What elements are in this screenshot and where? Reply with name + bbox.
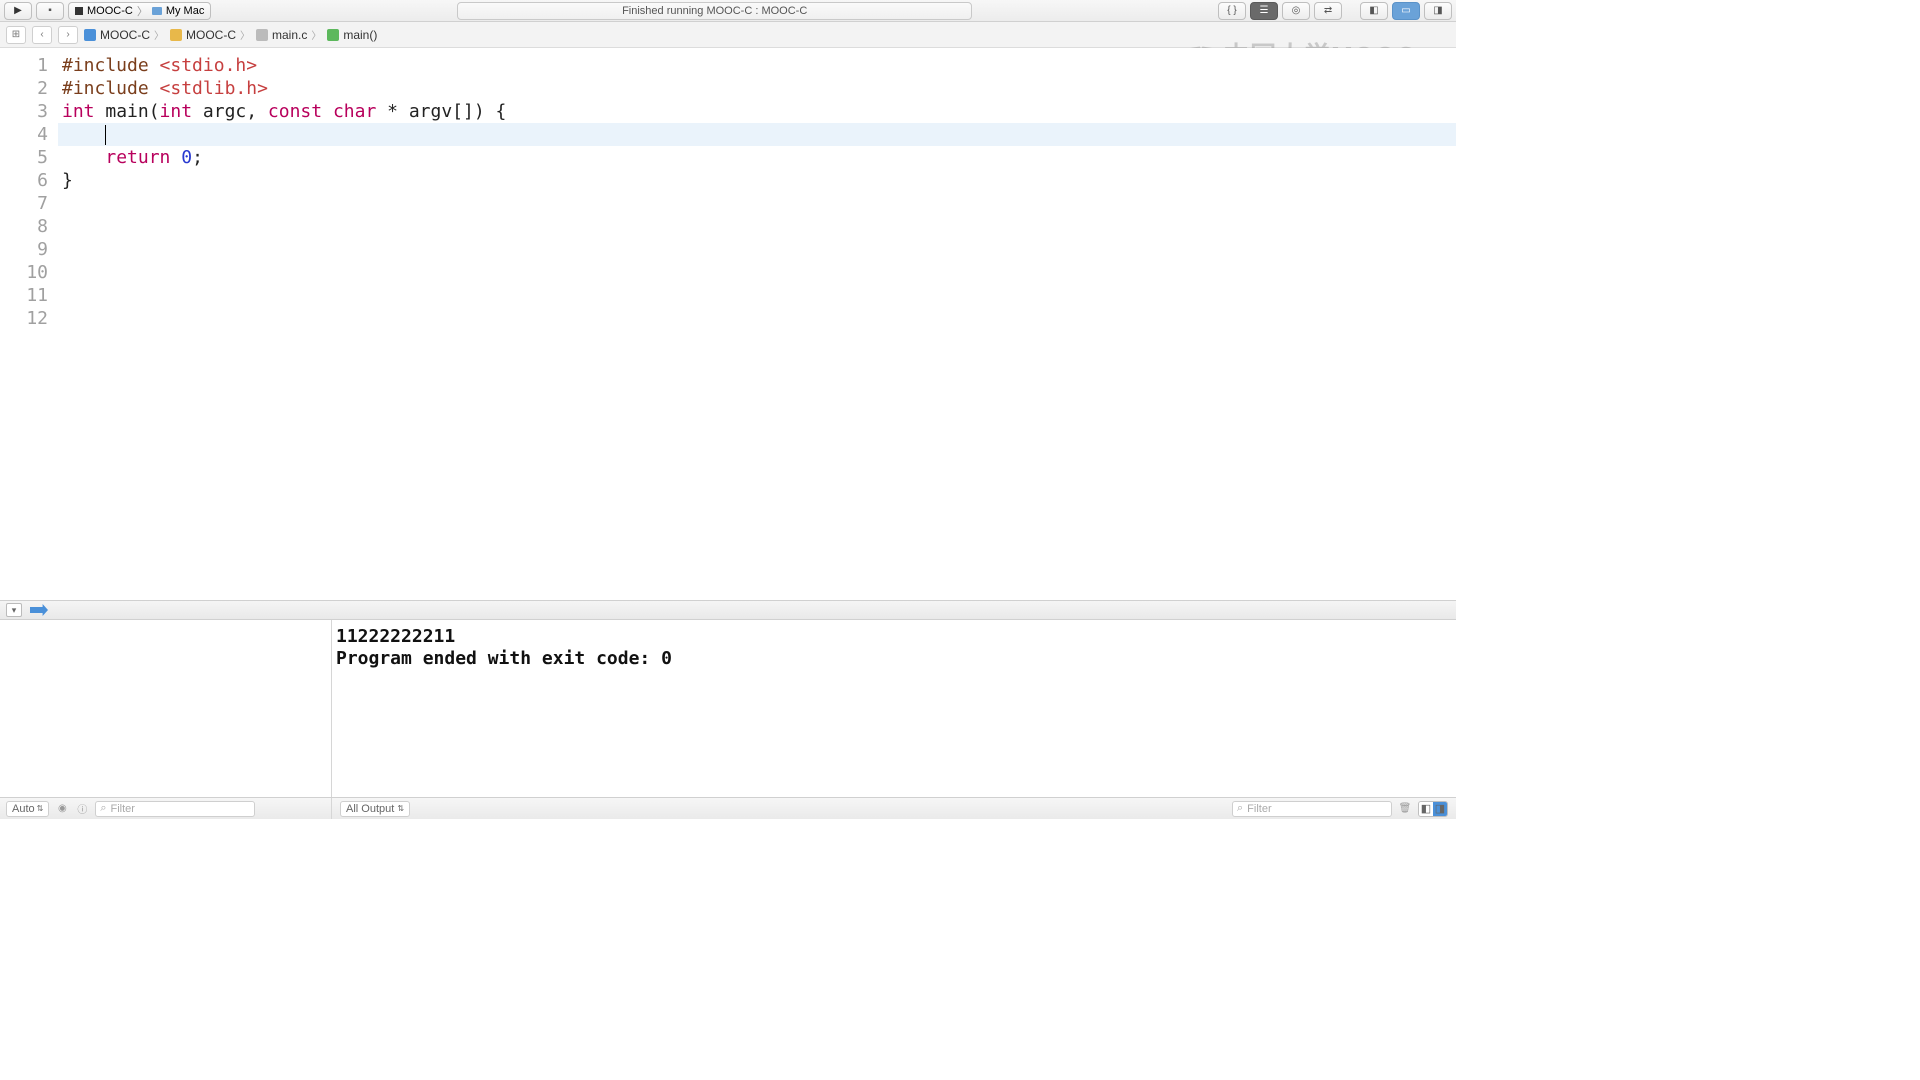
chevron-right-icon: 〉 — [137, 3, 148, 19]
code-area[interactable]: #include <stdio.h> #include <stdlib.h> i… — [58, 48, 1456, 600]
variables-filter-input[interactable]: ⌕ Filter — [95, 801, 255, 817]
output-selector[interactable]: All Output ⇅ — [340, 801, 410, 817]
breadcrumb-file[interactable]: main.c 〉 — [256, 27, 321, 42]
console-line: 11222222211 — [336, 626, 1452, 648]
standard-editor-button[interactable]: ☰ — [1250, 2, 1278, 20]
run-button[interactable]: ▶ — [4, 2, 32, 20]
updown-icon: ⇅ — [37, 804, 44, 813]
auto-selector[interactable]: Auto ⇅ — [6, 801, 49, 817]
device-icon — [152, 7, 162, 15]
toggle-debug-area-button[interactable]: ▭ — [1392, 2, 1420, 20]
assistant-editor-button[interactable]: ◎ — [1282, 2, 1310, 20]
debug-area: 11222222211 Program ended with exit code… — [0, 620, 1456, 819]
version-editor-button[interactable]: ⇄ — [1314, 2, 1342, 20]
chevron-right-icon: 〉 — [311, 27, 321, 42]
quicklook-icon[interactable]: ◉ — [55, 802, 69, 816]
debug-pane-toggle[interactable]: ◧ ◨ — [1418, 801, 1448, 817]
breadcrumb-project[interactable]: MOOC-C 〉 — [84, 27, 164, 42]
related-items-button[interactable]: ⊞ — [6, 26, 26, 44]
stop-button[interactable]: ▪ — [36, 2, 64, 20]
toggle-utilities-button[interactable]: ◨ — [1424, 2, 1452, 20]
scheme-name: MOOC-C — [87, 5, 133, 17]
toolbar-right: { } ☰ ◎ ⇄ ◧ ▭ ◨ — [1218, 2, 1452, 20]
toggle-navigator-button[interactable]: ◧ — [1360, 2, 1388, 20]
clear-console-button[interactable]: 🗑 — [1398, 802, 1412, 816]
c-file-icon — [256, 29, 268, 41]
filter-icon: ⌕ — [1237, 802, 1243, 815]
activity-status: Finished running MOOC-C : MOOC-C — [457, 2, 972, 20]
back-button[interactable]: ‹ — [32, 26, 52, 44]
folder-icon — [170, 29, 182, 41]
debug-bar: ▾ — [0, 600, 1456, 620]
filter-icon: ⌕ — [100, 802, 106, 815]
chevron-right-icon: 〉 — [240, 27, 250, 42]
breadcrumb-group[interactable]: MOOC-C 〉 — [170, 27, 250, 42]
toggle-breakpoints-button[interactable]: ▾ — [6, 603, 22, 617]
updown-icon: ⇅ — [397, 804, 404, 813]
target-icon — [75, 7, 83, 15]
code-editor[interactable]: 123456 789101112 #include <stdio.h> #inc… — [0, 48, 1456, 600]
right-pane-toggle[interactable]: ◨ — [1433, 802, 1447, 816]
continue-execution-icon[interactable] — [30, 604, 48, 616]
project-icon — [84, 29, 96, 41]
left-pane-toggle[interactable]: ◧ — [1419, 802, 1433, 816]
code-snippets-button[interactable]: { } — [1218, 2, 1246, 20]
variables-view[interactable] — [0, 620, 332, 819]
chevron-right-icon: 〉 — [154, 27, 164, 42]
info-icon[interactable]: ⓘ — [75, 802, 89, 816]
function-icon — [327, 29, 339, 41]
destination-name: My Mac — [166, 5, 205, 17]
console-line: Program ended with exit code: 0 — [336, 648, 1452, 670]
console-filter-input[interactable]: ⌕ Filter — [1232, 801, 1392, 817]
scheme-selector[interactable]: MOOC-C 〉 My Mac — [68, 2, 211, 20]
text-cursor — [105, 125, 106, 145]
footer-bar: Auto ⇅ ◉ ⓘ ⌕ Filter All Output ⇅ ⌕ Filte… — [0, 797, 1456, 819]
toolbar: ▶ ▪ MOOC-C 〉 My Mac Finished running MOO… — [0, 0, 1456, 22]
console-output[interactable]: 11222222211 Program ended with exit code… — [332, 620, 1456, 819]
line-gutter: 123456 789101112 — [0, 48, 58, 600]
breadcrumb-symbol[interactable]: main() — [327, 28, 377, 42]
forward-button[interactable]: › — [58, 26, 78, 44]
